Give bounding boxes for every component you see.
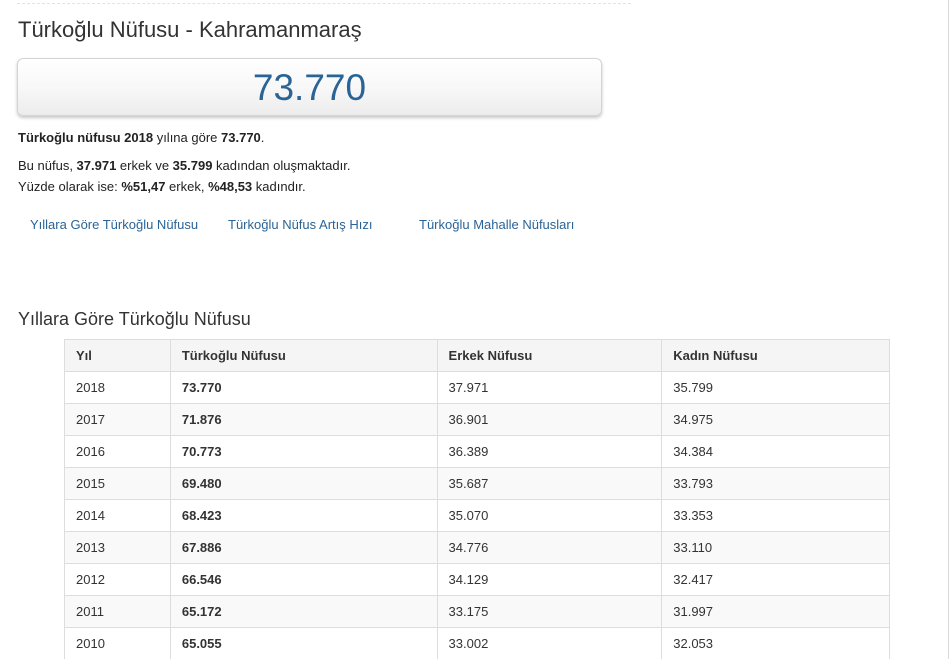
cell-total: 73.770 [169, 371, 438, 404]
cell-female: 33.110 [661, 531, 890, 564]
gender-percent-mid: erkek, [165, 179, 209, 194]
cell-year: 2012 [64, 563, 171, 596]
cell-male: 34.129 [436, 563, 663, 596]
header-total-population: Türkoğlu Nüfusu [169, 339, 438, 372]
cell-male: 33.002 [436, 627, 663, 659]
gender-count-line: Bu nüfus, 37.971 erkek ve 35.799 kadında… [18, 158, 350, 173]
population-summary: Türkoğlu nüfusu 2018 yılına göre 73.770. [18, 130, 264, 145]
cell-male: 36.389 [436, 435, 663, 468]
content-right-border [948, 0, 949, 659]
page: Türkoğlu Nüfusu - Kahramanmaraş 73.770 T… [0, 0, 952, 659]
table-row: 2012 66.546 34.129 32.417 [64, 563, 890, 596]
cell-female: 34.975 [661, 403, 890, 436]
cell-male: 37.971 [436, 371, 663, 404]
cell-year: 2016 [64, 435, 171, 468]
gender-count-mid: erkek ve [116, 158, 173, 173]
summary-lead: Türkoğlu nüfusu 2018 [18, 130, 154, 145]
cell-total: 70.773 [169, 435, 438, 468]
table-row: 2010 65.055 33.002 32.053 [64, 627, 890, 659]
cell-year: 2010 [64, 627, 171, 659]
female-percent: %48,53 [208, 179, 253, 194]
cell-female: 33.353 [661, 499, 890, 532]
cell-female: 33.793 [661, 467, 890, 500]
header-year: Yıl [64, 339, 171, 372]
cell-total: 65.055 [169, 627, 438, 659]
cell-total: 67.886 [169, 531, 438, 564]
gender-percent-suffix: kadındır. [252, 179, 306, 194]
nav-link-growth-rate[interactable]: Türkoğlu Nüfus Artış Hızı [228, 217, 373, 232]
section-title: Yıllara Göre Türkoğlu Nüfusu [18, 309, 251, 329]
female-count: 35.799 [172, 158, 213, 173]
table-row: 2011 65.172 33.175 31.997 [64, 595, 890, 628]
cell-year: 2011 [64, 595, 171, 628]
cell-male: 34.776 [436, 531, 663, 564]
page-title: Türkoğlu Nüfusu - Kahramanmaraş [18, 17, 362, 42]
cell-female: 34.384 [661, 435, 890, 468]
male-percent: %51,47 [121, 179, 166, 194]
cell-year: 2015 [64, 467, 171, 500]
cell-total: 69.480 [169, 467, 438, 500]
summary-mid: yılına göre [153, 130, 222, 145]
cell-male: 33.175 [436, 595, 663, 628]
gender-percent-prefix: Yüzde olarak ise: [18, 179, 122, 194]
cell-year: 2017 [64, 403, 171, 436]
cell-total: 65.172 [169, 595, 438, 628]
population-box: 73.770 [17, 58, 602, 116]
header-female-population: Kadın Nüfusu [661, 339, 890, 372]
table-row: 2017 71.876 36.901 34.975 [64, 403, 890, 436]
summary-end: . [260, 130, 265, 145]
cell-male: 35.687 [436, 467, 663, 500]
cell-female: 32.417 [661, 563, 890, 596]
nav-link-yearly-population[interactable]: Yıllara Göre Türkoğlu Nüfusu [30, 217, 198, 232]
population-table: Yıl Türkoğlu Nüfusu Erkek Nüfusu Kadın N… [64, 339, 890, 659]
cell-total: 66.546 [169, 563, 438, 596]
cell-female: 35.799 [661, 371, 890, 404]
table-row: 2014 68.423 35.070 33.353 [64, 499, 890, 532]
nav-link-neighborhood-population[interactable]: Türkoğlu Mahalle Nüfusları [419, 217, 574, 232]
cell-year: 2018 [64, 371, 171, 404]
gender-percent-line: Yüzde olarak ise: %51,47 erkek, %48,53 k… [18, 179, 306, 194]
cell-female: 32.053 [661, 627, 890, 659]
table-row: 2015 69.480 35.687 33.793 [64, 467, 890, 500]
cell-male: 36.901 [436, 403, 663, 436]
top-divider [17, 3, 631, 4]
header-male-population: Erkek Nüfusu [436, 339, 663, 372]
table-row: 2018 73.770 37.971 35.799 [64, 371, 890, 404]
cell-total: 71.876 [169, 403, 438, 436]
summary-value: 73.770 [221, 130, 261, 145]
table-row: 2013 67.886 34.776 33.110 [64, 531, 890, 564]
cell-year: 2013 [64, 531, 171, 564]
population-value: 73.770 [252, 67, 367, 108]
table-header-row: Yıl Türkoğlu Nüfusu Erkek Nüfusu Kadın N… [64, 339, 890, 372]
cell-female: 31.997 [661, 595, 890, 628]
gender-count-prefix: Bu nüfus, [18, 158, 77, 173]
cell-male: 35.070 [436, 499, 663, 532]
gender-count-suffix: kadından oluşmaktadır. [212, 158, 351, 173]
cell-total: 68.423 [169, 499, 438, 532]
cell-year: 2014 [64, 499, 171, 532]
table-row: 2016 70.773 36.389 34.384 [64, 435, 890, 468]
male-count: 37.971 [76, 158, 117, 173]
